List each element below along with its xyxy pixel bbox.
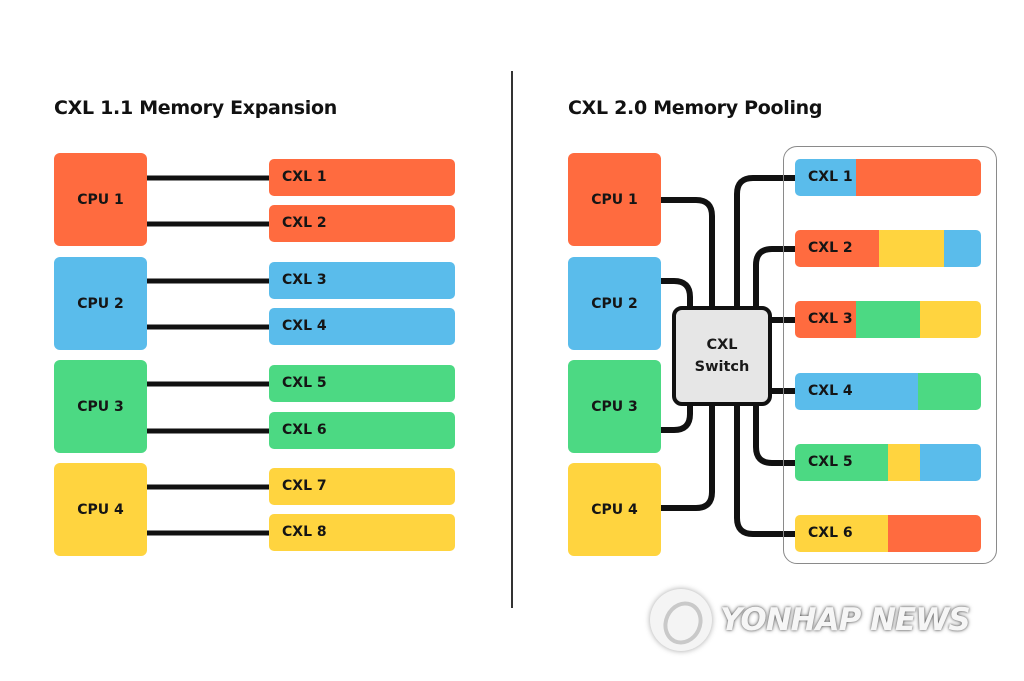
left-cxl-device-4: CXL 4 (269, 308, 455, 345)
wire-cpu2-switch (661, 278, 693, 306)
device-label: CXL 7 (282, 478, 327, 494)
switch-label-line2: Switch (694, 359, 750, 375)
left-cxl-device-7: CXL 7 (269, 468, 455, 505)
yonhap-watermark: YONHAP NEWS (650, 585, 971, 655)
left-cxl-device-3: CXL 3 (269, 262, 455, 299)
left-cpu-4: CPU 4 (54, 463, 147, 556)
pooled-cxl-device-4: CXL 4 (795, 373, 981, 410)
device-label: CXL 4 (282, 318, 327, 334)
cpu-label: CPU 4 (591, 501, 638, 518)
pooled-cxl-device-6: CXL 6 (795, 515, 981, 552)
right-cpu-4: CPU 4 (568, 463, 661, 556)
left-cxl-device-5: CXL 5 (269, 365, 455, 402)
wire-cpu3-switch (661, 404, 693, 433)
left-cpu-1: CPU 1 (54, 153, 147, 246)
left-cpu-2: CPU 2 (54, 257, 147, 350)
left-cxl-device-8: CXL 8 (269, 514, 455, 551)
right-cpu-1: CPU 1 (568, 153, 661, 246)
left-cxl-device-1: CXL 1 (269, 159, 455, 196)
device-label: CXL 1 (808, 169, 853, 185)
right-cpu-3: CPU 3 (568, 360, 661, 453)
allocation-segment-yellow (919, 301, 981, 338)
memory-pool-frame (783, 146, 997, 564)
device-label: CXL 4 (808, 383, 853, 399)
watermark-text: YONHAP NEWS (720, 602, 971, 638)
allocation-segment-green (917, 373, 981, 410)
left-cpu-3: CPU 3 (54, 360, 147, 453)
cxl-switch: CXL Switch (672, 306, 772, 406)
pooled-cxl-device-2: CXL 2 (795, 230, 981, 267)
left-cxl-device-2: CXL 2 (269, 205, 455, 242)
device-label: CXL 8 (282, 524, 327, 540)
device-label: CXL 5 (282, 375, 327, 391)
cpu-label: CPU 2 (591, 295, 638, 312)
pooled-cxl-device-1: CXL 1 (795, 159, 981, 196)
cpu-label: CPU 3 (591, 398, 638, 415)
device-label: CXL 2 (808, 240, 853, 256)
allocation-segment-blue (943, 230, 981, 267)
switch-label-line1: CXL (706, 337, 738, 353)
cpu-label: CPU 1 (77, 191, 124, 208)
device-label: CXL 6 (282, 422, 327, 438)
pooled-cxl-device-3: CXL 3 (795, 301, 981, 338)
cpu-label: CPU 2 (77, 295, 124, 312)
device-label: CXL 2 (282, 215, 327, 231)
cpu-label: CPU 1 (591, 191, 638, 208)
cpu-label: CPU 3 (77, 398, 124, 415)
yonhap-logo-icon (650, 589, 712, 651)
allocation-segment-yellow (888, 444, 920, 481)
cpu-label: CPU 4 (77, 501, 124, 518)
allocation-segment-orange (888, 515, 981, 552)
left-cxl-device-6: CXL 6 (269, 412, 455, 449)
allocation-segment-green (856, 301, 920, 338)
device-label: CXL 6 (808, 525, 853, 541)
device-label: CXL 3 (282, 272, 327, 288)
device-label: CXL 1 (282, 169, 327, 185)
allocation-segment-blue (919, 444, 981, 481)
device-label: CXL 5 (808, 454, 853, 470)
right-cpu-2: CPU 2 (568, 257, 661, 350)
pooled-cxl-device-5: CXL 5 (795, 444, 981, 481)
allocation-segment-yellow (878, 230, 944, 267)
allocation-segment-orange (856, 159, 981, 196)
device-label: CXL 3 (808, 311, 853, 327)
